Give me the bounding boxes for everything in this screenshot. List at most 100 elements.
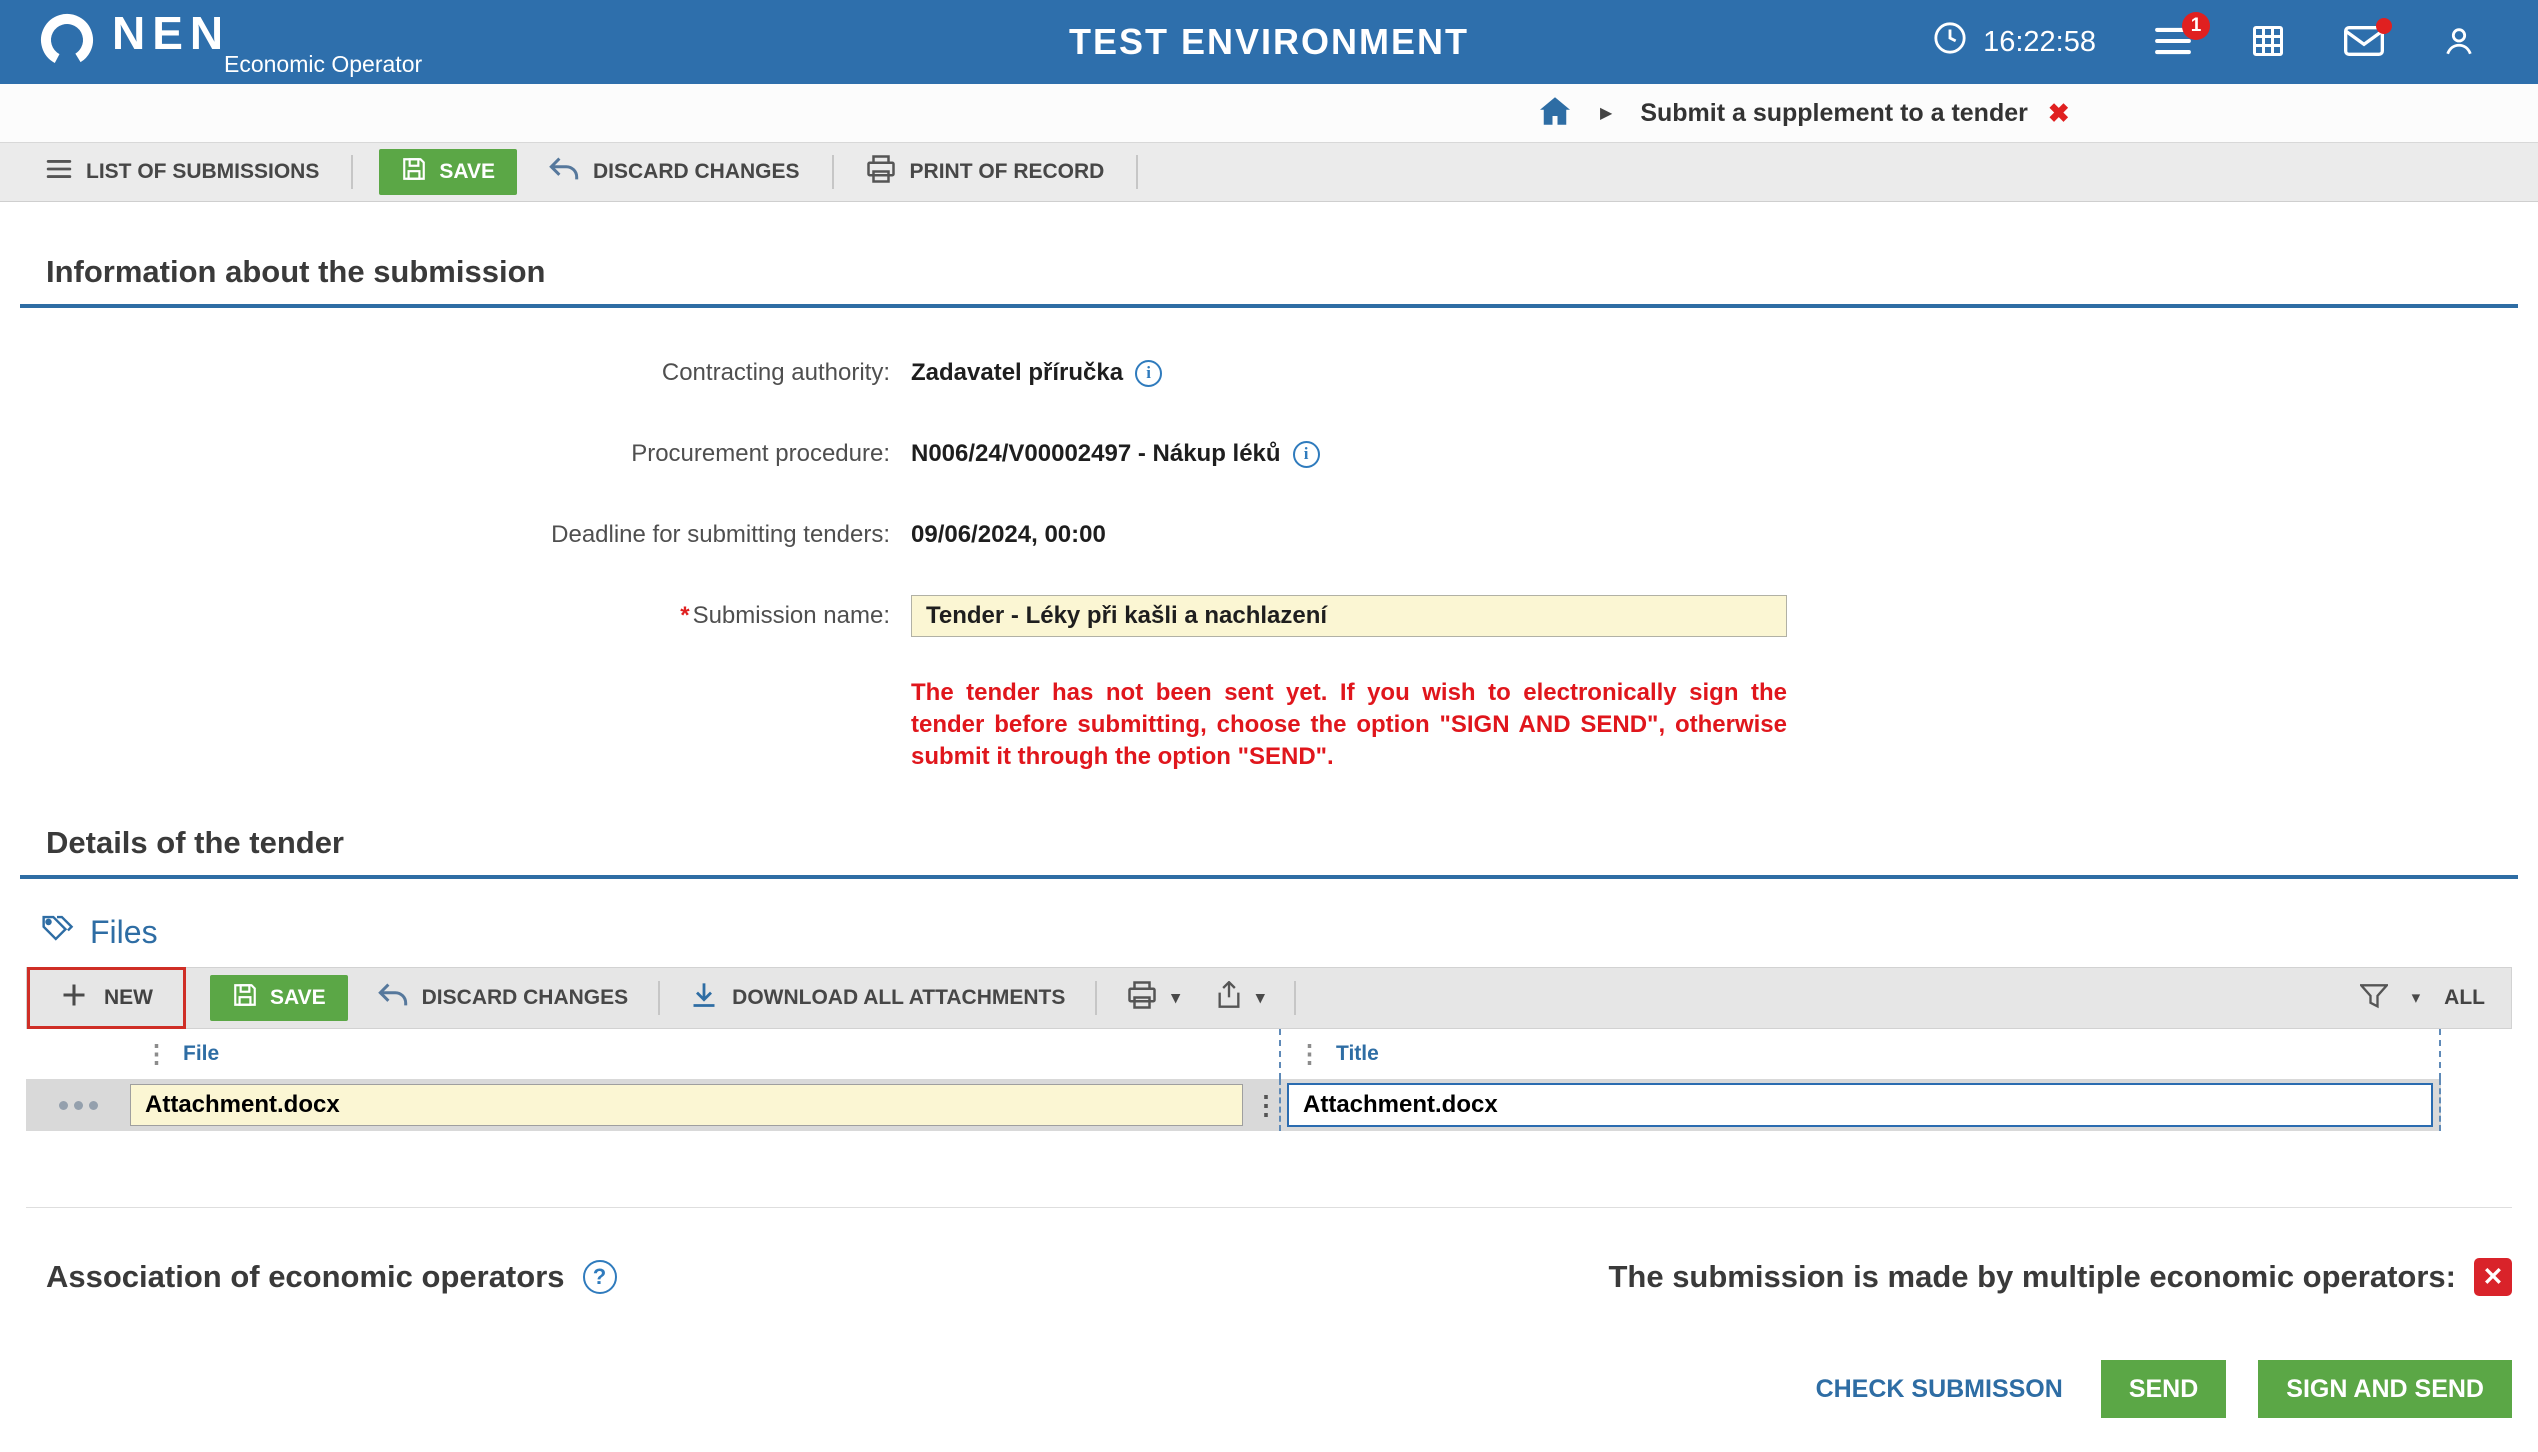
file-cell: ⋮	[130, 1079, 1279, 1131]
print-of-record-button[interactable]: PRINT OF RECORD	[860, 154, 1111, 190]
toolbar-separator	[351, 155, 353, 189]
files-toolbar: NEW SAVE DISCARD CHANGES DOWNLOAD ALL AT…	[26, 967, 2512, 1029]
menu-button[interactable]: 1	[2154, 26, 2192, 59]
info-icon[interactable]: i	[1135, 360, 1162, 387]
drag-dots-icon[interactable]: ⋮	[1253, 1090, 1279, 1121]
app-header: NEN Economic Operator TEST ENVIRONMENT 1…	[0, 0, 2538, 84]
procurement-procedure-row: Procurement procedure: N006/24/V00002497…	[0, 433, 2538, 475]
chevron-down-icon: ▾	[1256, 988, 1265, 1008]
required-mark: *	[680, 602, 689, 629]
save-icon	[232, 982, 258, 1014]
download-all-attachments-button[interactable]: DOWNLOAD ALL ATTACHMENTS	[684, 980, 1071, 1016]
deadline-row: Deadline for submitting tenders: 09/06/2…	[0, 514, 2538, 556]
row-handle-dot	[59, 1101, 68, 1110]
chevron-down-icon: ▾	[1171, 988, 1180, 1008]
print-menu-button[interactable]: ▾	[1121, 980, 1186, 1016]
files-save-label: SAVE	[270, 986, 326, 1010]
multiple-operators-toggle[interactable]: ✕	[2474, 1258, 2512, 1296]
save-button[interactable]: SAVE	[379, 149, 517, 195]
file-column-label[interactable]: File	[183, 1042, 219, 1066]
section-divider	[20, 875, 2518, 879]
row-handle[interactable]	[26, 1101, 130, 1110]
toolbar-separator	[1294, 981, 1296, 1015]
toolbar-separator	[1095, 981, 1097, 1015]
sign-and-send-button[interactable]: SIGN AND SEND	[2258, 1360, 2512, 1418]
close-tab-icon[interactable]: ✖	[2048, 98, 2070, 129]
toolbar-separator	[658, 981, 660, 1015]
procurement-procedure-value: N006/24/V00002497 - Nákup léků	[911, 440, 1281, 468]
submission-info-body: Contracting authority: Zadavatel příručk…	[0, 308, 2538, 773]
home-icon[interactable]	[1540, 97, 1570, 130]
footer-actions: CHECK SUBMISSON SEND SIGN AND SEND	[0, 1360, 2512, 1418]
user-icon	[2442, 24, 2476, 61]
filter-all-select[interactable]: ALL	[2444, 986, 2485, 1010]
new-label: NEW	[104, 986, 153, 1010]
discard-changes-label: DISCARD CHANGES	[593, 160, 800, 184]
file-column-header[interactable]: ⋮ File	[130, 1029, 1279, 1079]
association-title: Association of economic operators	[46, 1259, 565, 1295]
files-table-header: ⋮ File ⋮ Title	[26, 1029, 2441, 1079]
contracting-authority-label: Contracting authority:	[0, 359, 890, 387]
printer-icon	[1127, 981, 1157, 1015]
help-icon[interactable]: ?	[583, 1260, 617, 1294]
submission-name-input[interactable]	[911, 595, 1787, 637]
not-sent-warning: The tender has not been sent yet. If you…	[911, 677, 1787, 773]
messages-button[interactable]	[2344, 26, 2384, 59]
nen-logo-icon	[38, 11, 96, 74]
contracting-authority-row: Contracting authority: Zadavatel příručk…	[0, 352, 2538, 394]
contracting-authority-value: Zadavatel příručka	[911, 359, 1123, 387]
breadcrumb-arrow-icon: ▶	[1600, 103, 1612, 123]
files-table: ⋮ File ⋮ Title ⋮	[26, 1029, 2512, 1131]
drag-dots-icon[interactable]: ⋮	[1297, 1039, 1322, 1069]
breadcrumb: ▶ Submit a supplement to a tender ✖	[0, 84, 2538, 142]
multiple-operators-label: The submission is made by multiple econo…	[1608, 1259, 2456, 1295]
drag-dots-icon[interactable]: ⋮	[144, 1039, 169, 1069]
deadline-label: Deadline for submitting tenders:	[0, 521, 890, 549]
brand-name: NEN	[112, 6, 230, 60]
brand-block: NEN Economic Operator	[112, 0, 552, 84]
environment-title: TEST ENVIRONMENT	[1069, 21, 1469, 63]
new-attachment-button[interactable]: NEW	[27, 967, 186, 1029]
procurement-procedure-label: Procurement procedure:	[0, 440, 890, 468]
association-section: Association of economic operators ? The …	[46, 1258, 2512, 1296]
files-save-button[interactable]: SAVE	[210, 975, 348, 1021]
row-handle-dot	[74, 1101, 83, 1110]
file-title-input[interactable]	[1287, 1083, 2433, 1127]
file-name-input[interactable]	[130, 1084, 1243, 1126]
send-button[interactable]: SEND	[2101, 1360, 2226, 1418]
download-icon	[690, 981, 718, 1015]
printer-icon	[866, 155, 896, 189]
session-timer: 16:22:58	[1933, 21, 2096, 63]
files-discard-changes-button[interactable]: DISCARD CHANGES	[372, 981, 635, 1015]
notification-badge: 1	[2182, 12, 2210, 40]
session-time: 16:22:58	[1983, 26, 2096, 59]
deadline-value: 09/06/2024, 00:00	[911, 521, 1106, 549]
check-submission-link[interactable]: CHECK SUBMISSON	[1816, 1375, 2063, 1404]
discard-changes-button[interactable]: DISCARD CHANGES	[543, 155, 806, 189]
save-icon	[401, 156, 427, 188]
submission-name-label: Submission name:	[693, 602, 890, 629]
filter-button[interactable]	[2360, 984, 2388, 1013]
export-menu-button[interactable]: ▾	[1210, 980, 1271, 1016]
save-label: SAVE	[439, 160, 495, 184]
undo-icon	[378, 982, 408, 1014]
table-row: ⋮	[26, 1079, 2441, 1131]
title-column-header[interactable]: ⋮ Title	[1279, 1029, 2441, 1079]
details-title: Details of the tender	[46, 825, 2538, 861]
grid-icon	[2250, 23, 2286, 62]
title-column-label[interactable]: Title	[1336, 1042, 1379, 1066]
export-icon	[1216, 981, 1242, 1015]
main-toolbar: LIST OF SUBMISSIONS SAVE DISCARD CHANGES…	[0, 142, 2538, 202]
files-header: Files	[40, 913, 2538, 951]
breadcrumb-title[interactable]: Submit a supplement to a tender	[1640, 99, 2028, 128]
brand-subtitle: Economic Operator	[224, 51, 422, 78]
info-icon[interactable]: i	[1293, 441, 1320, 468]
files-discard-label: DISCARD CHANGES	[422, 986, 629, 1010]
clock-icon	[1933, 21, 1967, 63]
list-of-submissions-button[interactable]: LIST OF SUBMISSIONS	[40, 158, 325, 186]
user-profile-button[interactable]	[2442, 24, 2476, 61]
list-of-submissions-label: LIST OF SUBMISSIONS	[86, 160, 319, 184]
modules-grid-button[interactable]	[2250, 23, 2286, 62]
header-actions: 16:22:58 1	[1933, 21, 2476, 63]
chevron-down-icon[interactable]: ▾	[2412, 988, 2421, 1008]
